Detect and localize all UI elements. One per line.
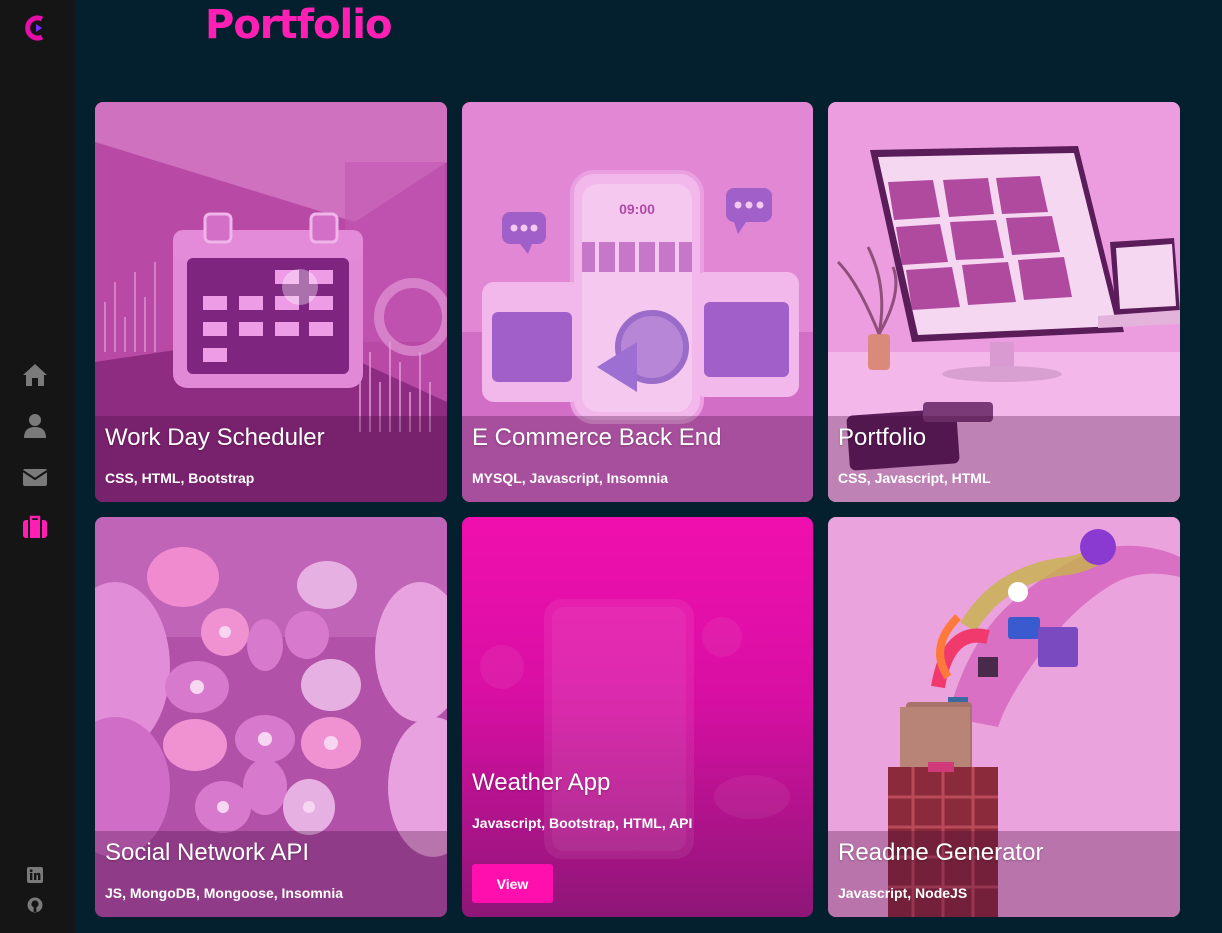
- user-icon[interactable]: [22, 413, 48, 439]
- project-title: Portfolio: [838, 424, 927, 451]
- project-tags: JS, MongoDB, Mongoose, Insomnia: [105, 885, 343, 901]
- linkedin-icon[interactable]: [27, 867, 43, 883]
- envelope-icon[interactable]: [22, 464, 48, 490]
- project-card-work-day-scheduler[interactable]: Work Day Scheduler CSS, HTML, Bootstrap: [95, 102, 447, 502]
- project-title: Weather App: [472, 769, 611, 796]
- page-title: Portfolio: [205, 2, 392, 48]
- project-title: E Commerce Back End: [472, 424, 722, 451]
- project-card-weather-app[interactable]: Weather App Javascript, Bootstrap, HTML,…: [462, 517, 813, 917]
- svg-text:09:00: 09:00: [619, 201, 655, 217]
- project-tags: Javascript, Bootstrap, HTML, API: [472, 815, 693, 831]
- project-image: [480, 599, 790, 859]
- logo-c-icon[interactable]: [22, 14, 48, 42]
- project-card-social-network-api[interactable]: Social Network API JS, MongoDB, Mongoose…: [95, 517, 447, 917]
- project-card-readme-generator[interactable]: Readme Generator Javascript, NodeJS: [828, 517, 1180, 917]
- project-card-e-commerce-back-end[interactable]: 09:00 E Commerce Back End MYSQL, Javascr…: [462, 102, 813, 502]
- briefcase-icon[interactable]: [22, 514, 48, 540]
- project-tags: CSS, Javascript, HTML: [838, 470, 991, 486]
- sidebar: [0, 0, 75, 933]
- home-icon[interactable]: [22, 362, 48, 388]
- view-button[interactable]: View: [472, 864, 553, 903]
- project-tags: MYSQL, Javascript, Insomnia: [472, 470, 669, 486]
- project-tags: CSS, HTML, Bootstrap: [105, 470, 255, 486]
- project-tags: Javascript, NodeJS: [838, 885, 968, 901]
- project-title: Social Network API: [105, 839, 310, 866]
- github-icon[interactable]: [27, 897, 43, 913]
- project-card-portfolio[interactable]: Portfolio CSS, Javascript, HTML: [828, 102, 1180, 502]
- project-title: Work Day Scheduler: [105, 424, 325, 451]
- project-grid: Work Day Scheduler CSS, HTML, Bootstrap …: [95, 102, 1180, 917]
- project-title: Readme Generator: [838, 839, 1044, 866]
